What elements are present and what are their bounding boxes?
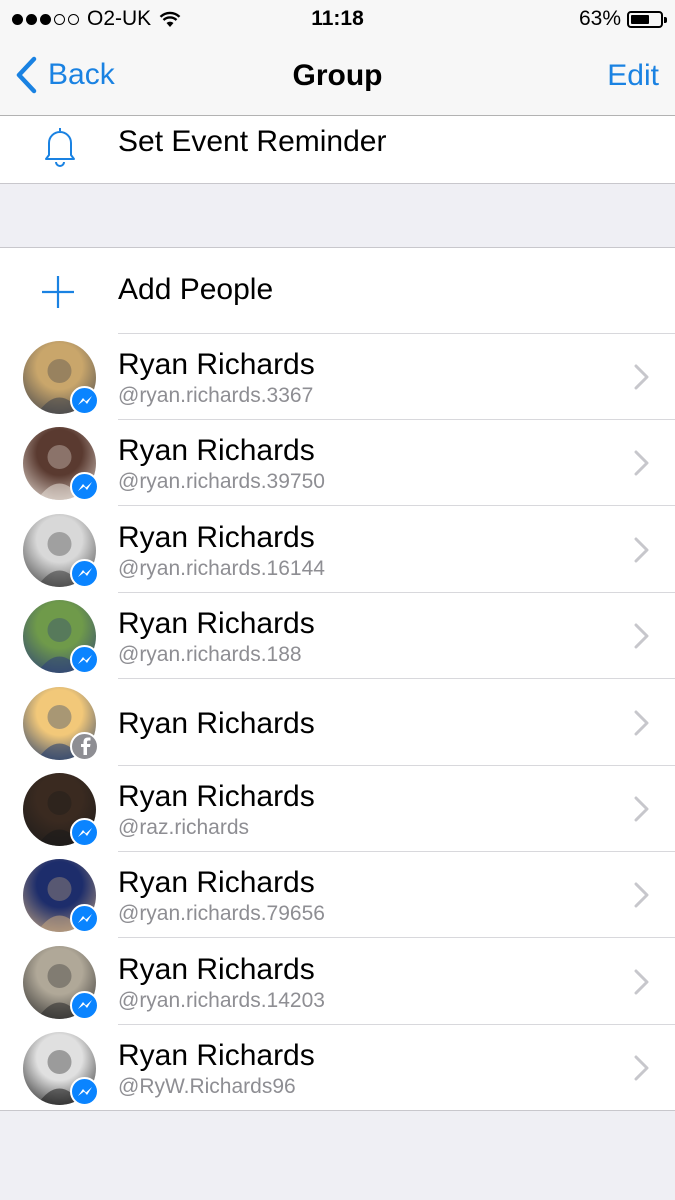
chevron-right-icon [634,364,649,390]
member-name: Ryan Richards [118,434,315,468]
battery-percent: 63% [578,7,621,30]
member-name: Ryan Richards [118,952,315,986]
battery-fill [631,14,649,24]
battery-icon [627,10,667,28]
facebook-badge-icon [70,731,99,761]
member-row[interactable]: Ryan Richards @ryan.richards.79656 [0,852,675,939]
chevron-right-icon [634,796,649,822]
member-row[interactable]: Ryan Richards @ryan.richards.188 [0,593,675,680]
member-name: Ryan Richards [118,706,315,740]
chevron-right-icon [634,1055,649,1081]
messenger-badge-icon [70,645,99,675]
chevron-right-icon [634,537,649,563]
member-row[interactable]: Ryan Richards [0,680,675,766]
member-row[interactable]: Ryan Richards @ryan.richards.39750 [0,420,675,507]
chevron-right-icon [634,623,649,649]
member-name: Ryan Richards [118,348,315,381]
set-event-reminder-label: Set Event Reminder [118,125,387,158]
bell-icon [45,128,75,167]
messenger-badge-icon [70,818,99,847]
member-handle: @ryan.richards.188 [118,643,302,667]
member-name: Ryan Richards [118,520,315,554]
chevron-left-icon [16,56,37,94]
status-right: 63% [578,7,667,31]
status-bar: O2-UK 11:18 63% [0,0,675,38]
status-time: 11:18 [311,7,364,30]
member-handle: @raz.richards [118,816,250,839]
chevron-right-icon [634,882,649,908]
member-handle: @ryan.richards.16144 [118,556,325,580]
chevron-right-icon [634,969,649,995]
member-name: Ryan Richards [118,866,315,900]
member-row[interactable]: Ryan Richards @raz.richards [0,766,675,852]
navigation-bar: Back Group Edit [0,38,675,116]
messenger-badge-icon [70,386,99,415]
member-row[interactable]: Ryan Richards @ryan.richards.3367 [0,334,675,420]
chevron-right-icon [634,450,649,476]
member-name: Ryan Richards [118,1039,315,1073]
back-label: Back [48,58,115,91]
member-row[interactable]: Ryan Richards @RyW.Richards96 [0,1025,675,1111]
back-button[interactable]: Back [14,56,115,94]
member-name: Ryan Richards [118,780,315,813]
member-row[interactable]: Ryan Richards @ryan.richards.14203 [0,939,675,1025]
messenger-badge-icon [70,990,99,1020]
battery-tip [664,16,667,23]
edit-button[interactable]: Edit [607,59,659,93]
member-handle: @ryan.richards.3367 [118,384,314,407]
plus-icon [42,276,74,308]
people-section: Add People Ryan Richards @ryan.richards.3… [0,247,675,1111]
chevron-right-icon [634,710,649,736]
add-people-row[interactable]: Add People [0,248,675,334]
add-people-label: Add People [118,273,274,306]
member-handle: @RyW.Richards96 [118,1075,296,1099]
messenger-badge-icon [70,558,99,588]
member-handle: @ryan.richards.14203 [118,988,325,1012]
member-handle: @ryan.richards.79656 [118,902,325,926]
messenger-badge-icon [70,1077,99,1107]
member-row[interactable]: Ryan Richards @ryan.richards.16144 [0,507,675,593]
member-handle: @ryan.richards.39750 [118,470,325,494]
set-event-reminder-row[interactable]: Set Event Reminder [0,116,675,184]
member-name: Ryan Richards [118,607,315,641]
